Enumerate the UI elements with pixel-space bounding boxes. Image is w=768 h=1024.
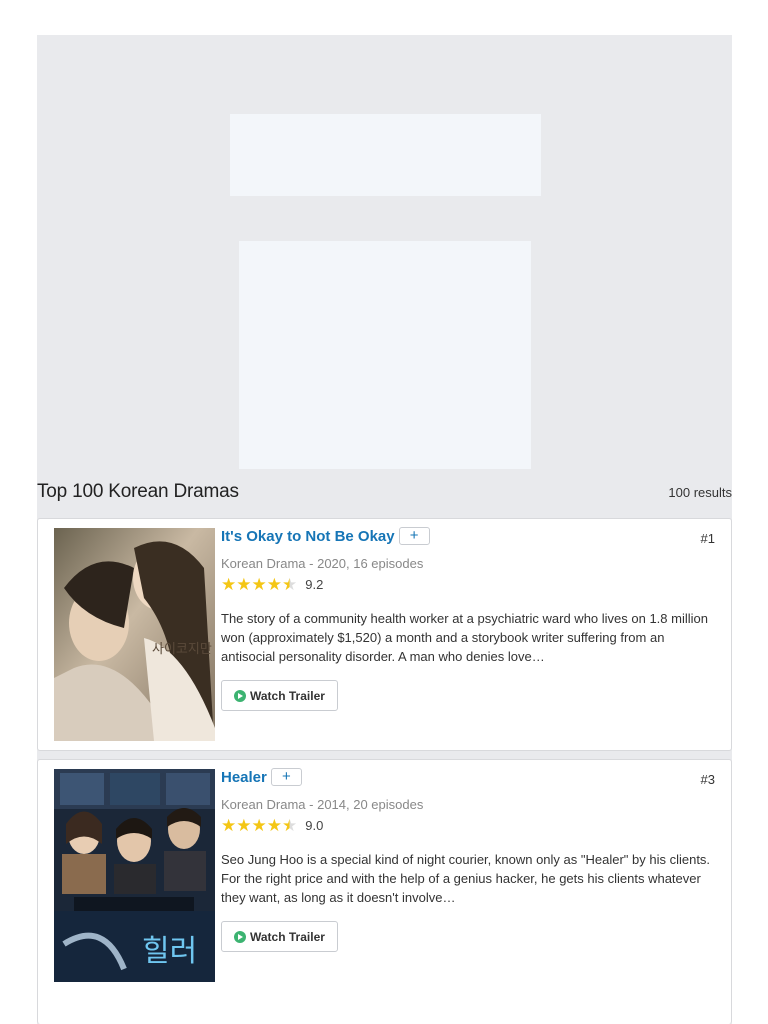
- results-count: 100 results: [668, 485, 732, 500]
- star-icon: ★: [221, 575, 237, 594]
- play-icon: [234, 689, 246, 702]
- star-icon: ★: [251, 816, 267, 835]
- drama-description: The story of a community health worker a…: [221, 611, 708, 664]
- watch-trailer-button[interactable]: Watch Trailer: [221, 680, 338, 711]
- card-title-row: Healer +: [221, 768, 302, 786]
- poster-title: 사이코지만 괜찮아: [152, 642, 215, 657]
- rank-label: #1: [700, 531, 715, 546]
- drama-title-link[interactable]: Healer: [221, 769, 267, 786]
- drama-description: Seo Jung Hoo is a special kind of night …: [221, 852, 711, 905]
- drama-meta: Korean Drama - 2014, 20 episodes: [221, 797, 424, 812]
- drama-card: 사이코지만 괜찮아 It's Okay to Not Be Okay + #1 …: [37, 518, 732, 751]
- star-rating-icon: ★ ★ ★ ★ ★: [221, 576, 297, 593]
- star-icon: ★: [266, 816, 282, 835]
- star-icon: ★: [236, 575, 252, 594]
- star-rating-icon: ★ ★ ★ ★ ★: [221, 817, 297, 834]
- watch-trailer-label: Watch Trailer: [250, 688, 325, 703]
- rating-score: 9.2: [305, 577, 324, 592]
- poster-image[interactable]: 사이코지만 괜찮아: [54, 528, 215, 741]
- star-icon: ★: [236, 816, 252, 835]
- rating: ★ ★ ★ ★ ★ 9.2: [221, 576, 323, 593]
- ad-box[interactable]: [239, 241, 531, 469]
- poster-title: 힐러: [142, 934, 197, 969]
- star-icon: ★: [251, 575, 267, 594]
- rating-score: 9.0: [305, 818, 324, 833]
- half-star-icon: ★: [282, 816, 298, 835]
- watch-trailer-button[interactable]: Watch Trailer: [221, 921, 338, 952]
- star-icon: ★: [221, 816, 237, 835]
- star-icon: ★: [266, 575, 282, 594]
- drama-title-link[interactable]: It's Okay to Not Be Okay: [221, 528, 395, 545]
- add-to-list-button[interactable]: +: [270, 768, 302, 786]
- list-title: Top 100 Korean Dramas: [37, 481, 239, 502]
- watch-trailer-label: Watch Trailer: [250, 929, 325, 944]
- page-container: Top 100 Korean Dramas 100 results 사이코지만 …: [37, 35, 732, 1024]
- poster-image[interactable]: 힐러: [54, 769, 215, 982]
- play-icon: [234, 930, 246, 943]
- ad-banner[interactable]: [230, 114, 541, 196]
- half-star-icon: ★: [282, 575, 298, 594]
- rating: ★ ★ ★ ★ ★ 9.0: [221, 817, 323, 834]
- add-to-list-button[interactable]: +: [398, 527, 430, 545]
- drama-meta: Korean Drama - 2020, 16 episodes: [221, 556, 424, 571]
- drama-card: 힐러 Healer + #3 Korean Drama - 2014, 20 e…: [37, 759, 732, 1024]
- card-title-row: It's Okay to Not Be Okay +: [221, 527, 430, 545]
- rank-label: #3: [700, 772, 715, 787]
